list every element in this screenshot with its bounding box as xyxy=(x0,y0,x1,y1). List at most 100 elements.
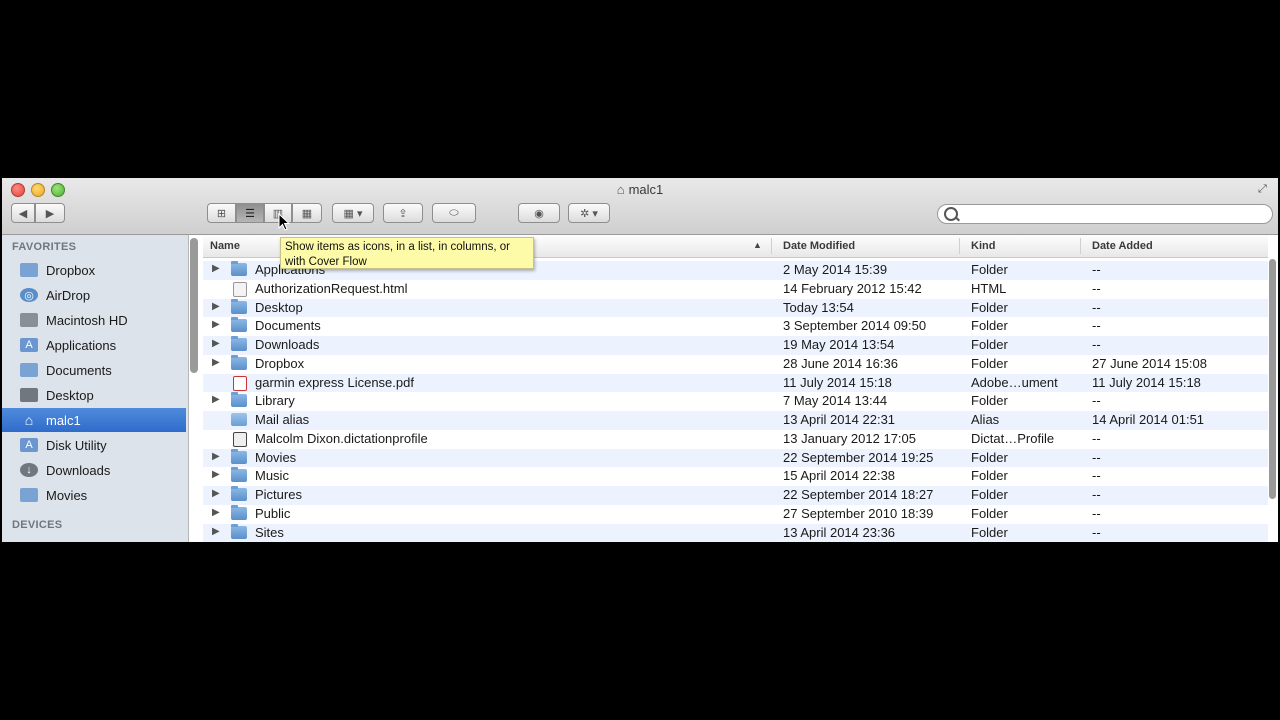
disclosure-triangle-icon[interactable]: ▶ xyxy=(212,338,220,349)
alias-icon xyxy=(231,413,247,426)
sidebar-item-label: Disk Utility xyxy=(46,437,107,453)
cover-flow-button[interactable]: ▦ xyxy=(292,203,322,223)
disclosure-triangle-icon[interactable]: ▶ xyxy=(212,526,220,537)
date-added-cell: -- xyxy=(1092,393,1101,409)
mouse-cursor-icon xyxy=(278,213,290,231)
date-modified-cell: Today 13:54 xyxy=(783,299,854,315)
sidebar-item-label: malc1 xyxy=(46,412,81,428)
sidebar-item-applications[interactable]: A Applications xyxy=(2,333,186,357)
sidebar-item-macintosh-hd[interactable]: Macintosh HD xyxy=(2,308,186,332)
disclosure-triangle-icon[interactable]: ▶ xyxy=(212,507,220,518)
forward-button[interactable]: ▶ xyxy=(35,203,65,223)
date-added-cell: -- xyxy=(1092,524,1101,540)
date-modified-cell: 14 February 2012 15:42 xyxy=(783,280,922,296)
folder-icon xyxy=(231,298,247,314)
tag-icon: ⬭ xyxy=(449,206,459,219)
search-field[interactable] xyxy=(937,204,1273,224)
table-row[interactable]: garmin express License.pdf 11 July 2014 1… xyxy=(203,373,1268,393)
action-button[interactable]: ✲ ▾ xyxy=(568,203,610,223)
arrange-icon: ▦ ▾ xyxy=(343,207,363,220)
kind-cell: Folder xyxy=(971,505,1008,521)
table-row[interactable]: ▶ Downloads 19 May 2014 13:54 Folder -- xyxy=(203,336,1268,355)
sidebar-item-label: Macintosh HD xyxy=(46,312,128,328)
table-row[interactable]: ▶ Library 7 May 2014 13:44 Folder -- xyxy=(203,392,1268,411)
sidebar-scrollbar[interactable] xyxy=(190,238,198,373)
view-tooltip: Show items as icons, in a list, in colum… xyxy=(280,237,534,269)
disclosure-triangle-icon[interactable]: ▶ xyxy=(212,469,220,480)
sidebar-item-airdrop[interactable]: ◎ AirDrop xyxy=(2,283,186,307)
kind-cell: Folder xyxy=(971,487,1008,502)
table-row[interactable]: Malcolm Dixon.dictationprofile 13 January… xyxy=(203,430,1268,449)
html-icon xyxy=(233,281,247,297)
folder-icon xyxy=(231,486,247,501)
eye-icon: ◉ xyxy=(534,207,544,220)
table-row[interactable]: ▶ Sites 13 April 2014 23:36 Folder -- xyxy=(203,523,1268,542)
column-header-name[interactable]: Name xyxy=(210,240,240,252)
column-divider[interactable] xyxy=(959,238,960,254)
icon-view-button[interactable]: ⊞ xyxy=(207,203,236,223)
file-list-scrollbar[interactable] xyxy=(1269,259,1276,499)
disclosure-triangle-icon[interactable]: ▶ xyxy=(212,394,220,405)
table-row[interactable]: ▶ Dropbox 28 June 2014 16:36 Folder 27 June … xyxy=(203,354,1268,374)
quick-look-button[interactable]: ◉ xyxy=(518,203,560,223)
file-name-cell: Malcolm Dixon.dictationprofile xyxy=(255,430,428,446)
folder-icon xyxy=(231,317,247,333)
back-button[interactable]: ◀ xyxy=(11,203,35,223)
sidebar-item-documents[interactable]: Documents xyxy=(2,358,186,382)
list-view-button[interactable]: ☰ xyxy=(236,203,264,223)
table-row[interactable]: ▶ Movies 22 September 2014 19:25 Folder -- xyxy=(203,448,1268,468)
table-row[interactable]: ▶ Public 27 September 2010 18:39 Folder -- xyxy=(203,504,1268,524)
date-added-cell: -- xyxy=(1092,487,1101,502)
column-divider[interactable] xyxy=(771,238,772,254)
sidebar: FAVORITES Dropbox ◎ AirDrop Macintosh HD… xyxy=(2,235,189,542)
column-header-kind[interactable]: Kind xyxy=(971,240,995,252)
file-name-cell: garmin express License.pdf xyxy=(255,374,414,390)
window-title-text: malc1 xyxy=(628,182,664,197)
home-icon: ⌂ xyxy=(616,182,625,197)
arrange-button[interactable]: ▦ ▾ xyxy=(332,203,374,223)
disclosure-triangle-icon[interactable]: ▶ xyxy=(212,301,220,312)
disclosure-triangle-icon[interactable]: ▶ xyxy=(212,263,220,274)
date-added-cell: -- xyxy=(1092,299,1101,315)
sidebar-item-desktop[interactable]: Desktop xyxy=(2,383,186,407)
list-view-icon: ☰ xyxy=(245,207,255,220)
home-icon: ⌂ xyxy=(24,412,34,428)
kind-cell: Dictat…Profile xyxy=(971,430,1055,446)
sidebar-item-disk-utility[interactable]: A Disk Utility xyxy=(2,433,186,457)
share-button[interactable]: ⇪ xyxy=(383,203,423,223)
date-modified-cell: 15 April 2014 22:38 xyxy=(783,468,896,484)
fullscreen-icon[interactable]: ⤢ xyxy=(1258,183,1270,195)
disclosure-triangle-icon[interactable]: ▶ xyxy=(212,357,220,368)
pdf-icon xyxy=(233,375,247,391)
date-added-cell: -- xyxy=(1092,262,1101,277)
disclosure-triangle-icon[interactable]: ▶ xyxy=(212,319,220,330)
file-rows: ▶Applications2 May 2014 15:39Folder--Aut… xyxy=(203,261,1268,542)
table-row[interactable]: ▶ Pictures 22 September 2014 18:27 Folder -- xyxy=(203,486,1268,505)
forward-arrow-icon: ▶ xyxy=(45,207,55,220)
sidebar-item-downloads[interactable]: ↓ Downloads xyxy=(2,458,186,482)
folder-icon xyxy=(231,354,247,370)
column-header-date-added[interactable]: Date Added xyxy=(1092,240,1153,252)
column-header-date-modified[interactable]: Date Modified xyxy=(783,240,855,252)
column-divider[interactable] xyxy=(1080,238,1081,254)
sidebar-item-label: Dropbox xyxy=(46,262,96,278)
sidebar-item-malc1[interactable]: ⌂ malc1 xyxy=(2,408,186,432)
sidebar-item-movies[interactable]: Movies xyxy=(2,483,186,507)
disclosure-triangle-icon[interactable]: ▶ xyxy=(212,488,220,499)
date-added-cell: 27 June 2014 15:08 xyxy=(1092,355,1207,371)
disclosure-triangle-icon[interactable]: ▶ xyxy=(212,451,220,462)
sidebar-item-label: Movies xyxy=(46,487,88,503)
edit-tags-button[interactable]: ⬭ xyxy=(432,203,476,223)
table-row[interactable]: Mail alias 13 April 2014 22:31 Alias 14 Apr… xyxy=(203,411,1268,430)
file-name-cell: Desktop xyxy=(255,299,303,315)
gear-icon: ✲ ▾ xyxy=(580,207,598,220)
table-row[interactable]: ▶ Desktop Today 13:54 Folder -- xyxy=(203,298,1268,318)
folder-icon xyxy=(231,336,247,351)
sidebar-item-dropbox[interactable]: Dropbox xyxy=(2,258,186,282)
table-row[interactable]: AuthorizationRequest.html 14 February 201… xyxy=(203,280,1268,299)
table-row[interactable]: ▶ Documents 3 September 2014 09:50 Folder -- xyxy=(203,317,1268,336)
documents-icon xyxy=(20,363,38,377)
table-row[interactable]: ▶ Music 15 April 2014 22:38 Folder -- xyxy=(203,467,1268,486)
title-bar: ⌂ malc1 ⤢ ◀ ▶ ⊞ ☰ ▥ ▦ ▦ ▾ ⇪ ⬭ ◉ ✲ ▾ xyxy=(2,178,1278,235)
search-input[interactable] xyxy=(960,206,1264,224)
